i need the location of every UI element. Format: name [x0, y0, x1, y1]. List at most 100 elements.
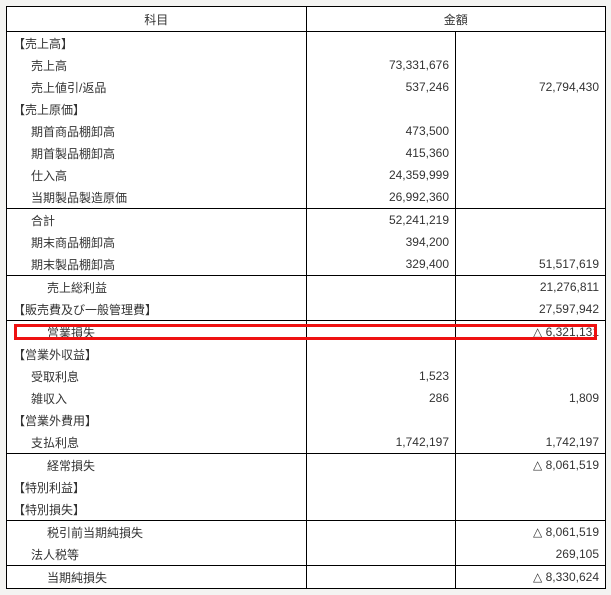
- row-label: 期末製品棚卸高: [7, 253, 306, 276]
- row-amount-total: [456, 409, 606, 431]
- row-amount-total: 27,597,942: [456, 298, 606, 321]
- table-row: 期首商品棚卸高473,500: [7, 120, 605, 142]
- row-amount-sub: [306, 566, 456, 589]
- row-amount-sub: 286: [306, 387, 456, 409]
- table-row: 【営業外費用】: [7, 409, 605, 431]
- row-amount-total: △ 8,330,624: [456, 566, 606, 589]
- table-row: 当期製品製造原価26,992,360: [7, 186, 605, 209]
- row-amount-total: 51,517,619: [456, 253, 606, 276]
- row-amount-sub: [306, 343, 456, 365]
- table-row: 法人税等269,105: [7, 543, 605, 566]
- row-label: 【特別損失】: [7, 498, 306, 521]
- header-amount: 金額: [306, 7, 605, 32]
- row-amount-total: 1,809: [456, 387, 606, 409]
- row-amount-total: [456, 186, 606, 209]
- row-amount-total: [456, 120, 606, 142]
- row-amount-total: [456, 476, 606, 498]
- row-label: 売上総利益: [7, 276, 306, 299]
- table-row: 【販売費及び一般管理費】 27,597,942: [7, 298, 605, 321]
- table-row: 合計52,241,219: [7, 209, 605, 232]
- row-label: 支払利息: [7, 431, 306, 454]
- row-amount-sub: 24,359,999: [306, 164, 456, 186]
- row-amount-total: [456, 164, 606, 186]
- row-label: 受取利息: [7, 365, 306, 387]
- row-label: 【営業外収益】: [7, 343, 306, 365]
- row-amount-sub: [306, 498, 456, 521]
- table-row: 【売上原価】: [7, 98, 605, 120]
- row-amount-total: △ 6,321,131: [456, 321, 606, 344]
- row-amount-sub: [306, 276, 456, 299]
- row-amount-sub: 415,360: [306, 142, 456, 164]
- table-row: 雑収入2861,809: [7, 387, 605, 409]
- row-amount-sub: 473,500: [306, 120, 456, 142]
- table-row: 【特別損失】: [7, 498, 605, 521]
- row-label: 仕入高: [7, 164, 306, 186]
- row-label: 【売上原価】: [7, 98, 306, 120]
- row-amount-total: [456, 343, 606, 365]
- row-amount-total: 21,276,811: [456, 276, 606, 299]
- table-row: 売上高73,331,676: [7, 54, 605, 76]
- row-amount-sub: 1,523: [306, 365, 456, 387]
- row-amount-total: 72,794,430: [456, 76, 606, 98]
- table-row: 税引前当期純損失 △ 8,061,519: [7, 521, 605, 544]
- table-row: 期末商品棚卸高394,200: [7, 231, 605, 253]
- income-statement-table: 科目 金額 【売上高】売上高73,331,676売上値引/返品537,24672…: [6, 6, 606, 589]
- row-amount-sub: [306, 409, 456, 431]
- row-amount-sub: [306, 98, 456, 120]
- row-label: 期末商品棚卸高: [7, 231, 306, 253]
- row-amount-sub: 329,400: [306, 253, 456, 276]
- row-label: 【特別利益】: [7, 476, 306, 498]
- row-label: 経常損失: [7, 454, 306, 477]
- row-label: 期首製品棚卸高: [7, 142, 306, 164]
- row-amount-total: [456, 498, 606, 521]
- row-amount-total: [456, 142, 606, 164]
- table-row: 【特別利益】: [7, 476, 605, 498]
- row-label: 合計: [7, 209, 306, 232]
- row-amount-sub: [306, 521, 456, 544]
- row-amount-sub: 52,241,219: [306, 209, 456, 232]
- row-label: 期首商品棚卸高: [7, 120, 306, 142]
- row-amount-sub: [306, 476, 456, 498]
- table-row: 支払利息1,742,1971,742,197: [7, 431, 605, 454]
- header-item: 科目: [7, 7, 306, 32]
- table-row: 受取利息1,523: [7, 365, 605, 387]
- row-amount-total: [456, 365, 606, 387]
- row-amount-sub: 1,742,197: [306, 431, 456, 454]
- table-row: 期首製品棚卸高415,360: [7, 142, 605, 164]
- row-amount-total: 1,742,197: [456, 431, 606, 454]
- row-label: 営業損失: [7, 321, 306, 344]
- row-amount-sub: [306, 32, 456, 55]
- table-row: 【売上高】: [7, 32, 605, 55]
- row-label: 当期製品製造原価: [7, 186, 306, 209]
- row-amount-total: △ 8,061,519: [456, 454, 606, 477]
- row-amount-sub: 26,992,360: [306, 186, 456, 209]
- row-label: 売上値引/返品: [7, 76, 306, 98]
- row-amount-total: [456, 209, 606, 232]
- row-label: 雑収入: [7, 387, 306, 409]
- row-amount-sub: [306, 298, 456, 321]
- row-label: 税引前当期純損失: [7, 521, 306, 544]
- row-amount-sub: [306, 321, 456, 344]
- row-amount-sub: 537,246: [306, 76, 456, 98]
- table-row: 期末製品棚卸高329,40051,517,619: [7, 253, 605, 276]
- row-amount-total: △ 8,061,519: [456, 521, 606, 544]
- row-amount-total: 269,105: [456, 543, 606, 566]
- row-label: 【販売費及び一般管理費】: [7, 298, 306, 321]
- table-row: 売上総利益 21,276,811: [7, 276, 605, 299]
- table-row: 仕入高24,359,999: [7, 164, 605, 186]
- row-amount-total: [456, 54, 606, 76]
- table-row: 経常損失 △ 8,061,519: [7, 454, 605, 477]
- row-amount-sub: [306, 454, 456, 477]
- row-amount-sub: [306, 543, 456, 566]
- row-amount-total: [456, 98, 606, 120]
- row-amount-sub: 394,200: [306, 231, 456, 253]
- row-label: 売上高: [7, 54, 306, 76]
- header-row: 科目 金額: [7, 7, 605, 32]
- row-amount-total: [456, 32, 606, 55]
- table-row: 営業損失 △ 6,321,131: [7, 321, 605, 344]
- row-label: 【営業外費用】: [7, 409, 306, 431]
- table-row: 【営業外収益】: [7, 343, 605, 365]
- table-row: 当期純損失△ 8,330,624: [7, 566, 605, 589]
- table-row: 売上値引/返品537,24672,794,430: [7, 76, 605, 98]
- row-amount-total: [456, 231, 606, 253]
